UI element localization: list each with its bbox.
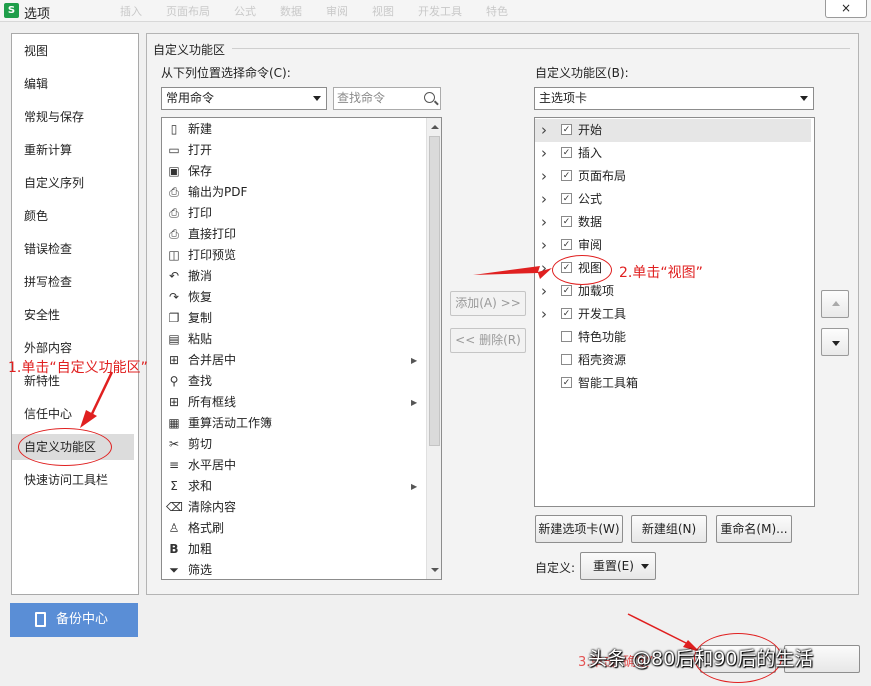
step1-circle [18, 428, 112, 466]
step2-annotation: 2.单击“视图” [619, 265, 703, 281]
step1-annotation: 1.单击“自定义功能区” [8, 360, 148, 376]
watermark: 头条 @80后和90后的生活 [588, 648, 814, 670]
step1-arrow [88, 371, 114, 419]
step2-arrow [473, 266, 552, 279]
step3-arrow [627, 613, 691, 646]
annotation-overlay [80, 266, 700, 652]
step1-arrowhead [80, 410, 97, 428]
step2-circle [552, 255, 612, 285]
